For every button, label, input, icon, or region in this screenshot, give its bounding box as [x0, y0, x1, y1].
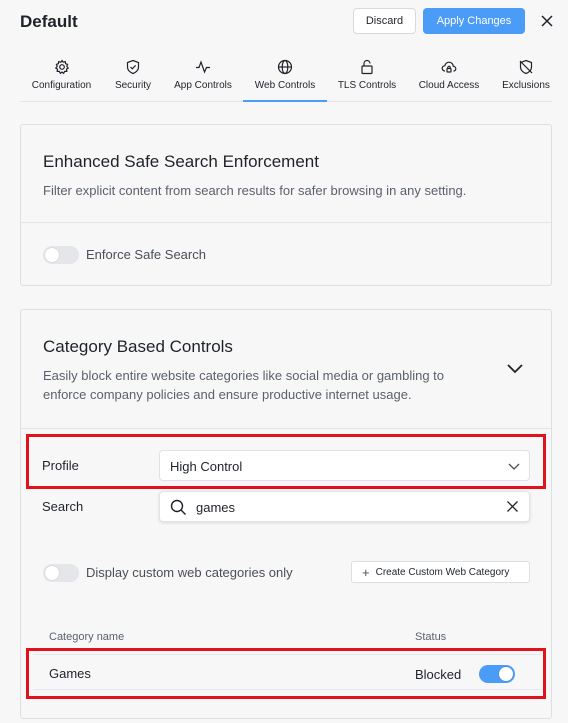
tab-configuration[interactable]: Configuration: [20, 48, 103, 102]
tab-label: Configuration: [31, 80, 92, 91]
safe-search-title: Enhanced Safe Search Enforcement: [43, 152, 319, 171]
divider: [21, 428, 551, 429]
search-icon: [170, 499, 187, 521]
category-description-line1: Easily block entire website categories l…: [43, 368, 445, 383]
apply-changes-button[interactable]: Apply Changes: [423, 8, 525, 34]
safe-search-description: Filter explicit content from search resu…: [43, 183, 467, 198]
shield-off-icon: [517, 58, 535, 76]
table-row: Games Blocked: [33, 654, 541, 690]
header: Default Discard Apply Changes: [0, 0, 568, 44]
lock-icon: [358, 58, 376, 76]
shield-icon: [124, 58, 142, 76]
gear-icon: [53, 58, 71, 76]
tab-label: Web Controls: [254, 80, 316, 91]
tab-tls-controls[interactable]: TLS Controls: [327, 48, 407, 102]
tab-app-controls[interactable]: App Controls: [163, 48, 243, 102]
category-controls-card: Category Based Controls Easily block ent…: [20, 309, 552, 719]
tab-label: TLS Controls: [337, 80, 397, 91]
toggle-knob: [45, 248, 59, 262]
tab-label: Security: [114, 80, 152, 91]
discard-button[interactable]: Discard: [353, 8, 416, 34]
search-input[interactable]: [196, 499, 486, 516]
profile-value: High Control: [170, 459, 243, 474]
create-custom-category-button[interactable]: + Create Custom Web Category: [351, 561, 530, 583]
create-custom-category-label: Create Custom Web Category: [375, 566, 510, 578]
custom-categories-toggle[interactable]: [43, 564, 79, 582]
column-header-status: Status: [415, 631, 447, 643]
plus-icon: +: [362, 564, 370, 580]
category-status-toggle[interactable]: [479, 665, 515, 683]
collapse-chevron-icon[interactable]: [506, 361, 524, 379]
search-label: Search: [42, 499, 84, 514]
page-title: Default: [20, 12, 78, 31]
category-description-line2: enforce company policies and ensure prod…: [43, 387, 412, 402]
activity-icon: [194, 58, 212, 76]
category-status: Blocked: [415, 667, 462, 682]
tab-bar: Configuration Security App Controls Web …: [20, 48, 552, 102]
chevron-down-icon: [507, 459, 521, 478]
clear-search-icon[interactable]: [506, 500, 519, 518]
enforce-safe-search-label: Enforce Safe Search: [86, 247, 206, 262]
tab-web-controls[interactable]: Web Controls: [243, 48, 327, 102]
profile-select[interactable]: High Control: [159, 450, 530, 481]
cloud-lock-icon: [440, 58, 458, 76]
safe-search-card: Enhanced Safe Search Enforcement Filter …: [20, 124, 552, 286]
column-header-category: Category name: [49, 631, 125, 643]
tab-label: Cloud Access: [418, 80, 480, 91]
close-icon[interactable]: [538, 12, 556, 30]
toggle-knob: [499, 667, 513, 681]
divider: [21, 222, 551, 223]
tab-cloud-access[interactable]: Cloud Access: [407, 48, 491, 102]
tab-security[interactable]: Security: [103, 48, 163, 102]
globe-icon: [276, 58, 294, 76]
tab-label: App Controls: [174, 80, 232, 91]
profile-label: Profile: [42, 458, 79, 473]
tab-label: Exclusions: [502, 80, 550, 91]
enforce-safe-search-toggle[interactable]: [43, 246, 79, 264]
toggle-knob: [45, 566, 59, 580]
category-search: [159, 491, 530, 522]
tab-exclusions[interactable]: Exclusions: [491, 48, 561, 102]
category-name: Games: [49, 666, 91, 681]
custom-categories-label: Display custom web categories only: [86, 565, 293, 580]
category-title: Category Based Controls: [43, 337, 233, 356]
